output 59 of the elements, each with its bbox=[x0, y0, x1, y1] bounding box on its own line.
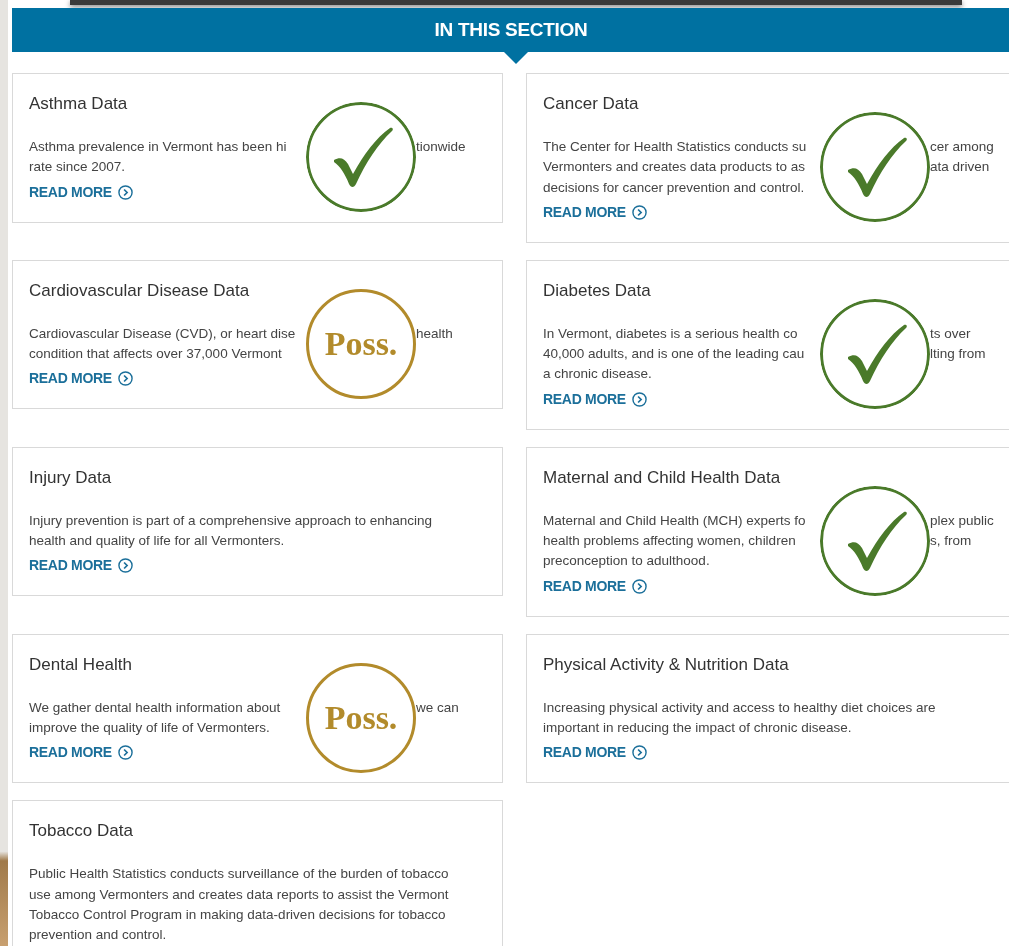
card-title: Cancer Data bbox=[543, 93, 640, 115]
read-more-link[interactable]: READ MORE bbox=[29, 368, 133, 390]
description-text: Cardiovascular Disease (CVD), or heart dise bbox=[29, 325, 296, 341]
chevron-circle-icon bbox=[117, 558, 133, 574]
description-text: s, from bbox=[930, 533, 972, 549]
description-text: lting from bbox=[930, 346, 986, 362]
chevron-circle-icon bbox=[631, 204, 647, 220]
check-stamp-icon bbox=[820, 486, 930, 597]
card-title: Asthma Data bbox=[29, 93, 129, 115]
description-text: preconception to adulthood. bbox=[543, 553, 710, 569]
section-title: IN THIS SECTION bbox=[434, 17, 588, 42]
read-more-link[interactable]: READ MORE bbox=[29, 555, 133, 577]
description-text: Injury prevention is part of a comprehensive approach to enhancing health and quality of life for all Vermonters. bbox=[29, 511, 433, 551]
check-stamp-icon bbox=[306, 102, 416, 213]
read-more-link[interactable]: READ MORE bbox=[29, 181, 133, 203]
chevron-circle-icon bbox=[631, 578, 647, 594]
description-text: decisions for cancer prevention and control. bbox=[543, 179, 805, 195]
check-stamp-icon bbox=[820, 112, 930, 223]
read-more-link[interactable]: READ MORE bbox=[29, 742, 133, 764]
description-text: In Vermont, diabetes is a serious health co bbox=[543, 325, 798, 341]
description-text: Public Health Statistics conducts surveillance of the burden of tobacco use among Vermonters and creates data reports to assist the Vermont Tobacco Control Program in making data-driven decisions for tobacco prevention and control. bbox=[29, 865, 450, 945]
chevron-circle-icon bbox=[631, 391, 647, 407]
description-text: 40,000 adults, and is one of the leading cau bbox=[543, 346, 805, 362]
card-title: Injury Data bbox=[29, 466, 113, 489]
description-text: ts over bbox=[930, 325, 971, 341]
description-text: Maternal and Child Health (MCH) experts fo bbox=[543, 512, 806, 528]
description-text: Increasing physical activity and access to healthy diet choices are important in reducing the impact of chronic disease. bbox=[543, 698, 937, 737]
card-title: Maternal and Child Health Data bbox=[543, 466, 782, 489]
description-text: a chronic disease. bbox=[543, 366, 652, 382]
description-text: We gather dental health information about bbox=[29, 699, 281, 715]
description-text: Asthma prevalence in Vermont has been hi bbox=[29, 139, 287, 154]
read-more-link[interactable]: READ MORE bbox=[543, 388, 647, 410]
description-text: improve the quality of life of Vermonters. bbox=[29, 719, 270, 735]
description-text: cer among bbox=[930, 139, 994, 154]
description-text: ata driven bbox=[930, 159, 990, 175]
check-stamp-icon bbox=[820, 299, 930, 410]
card-title: Tobacco Data bbox=[29, 820, 134, 843]
description-text: tionwide bbox=[416, 139, 466, 154]
stamp: Poss. bbox=[306, 662, 416, 773]
read-more-link[interactable]: READ MORE bbox=[543, 201, 647, 223]
stamp: Poss. bbox=[306, 289, 416, 400]
card-title: Diabetes Data bbox=[543, 279, 652, 302]
description-text: condition that affects over 37,000 Vermont bbox=[29, 346, 282, 362]
description-text: rate since 2007. bbox=[29, 159, 126, 175]
read-more-link[interactable]: READ MORE bbox=[543, 575, 647, 597]
card-title: Dental Health bbox=[29, 653, 133, 676]
chevron-circle-icon bbox=[117, 745, 133, 761]
read-more-link[interactable]: READ MORE bbox=[543, 742, 647, 764]
chevron-circle-icon bbox=[117, 371, 133, 387]
chevron-circle-icon bbox=[631, 745, 647, 761]
description-text: plex public bbox=[930, 512, 994, 528]
card-title: Physical Activity & Nutrition Data bbox=[543, 653, 790, 676]
description-text: we can bbox=[416, 699, 459, 715]
description-text: health bbox=[416, 325, 453, 341]
chevron-circle-icon bbox=[117, 184, 133, 200]
description-text: Vermonters and creates data products to as bbox=[543, 159, 805, 175]
description-text: The Center for Health Statistics conducts su bbox=[543, 139, 807, 154]
description-text: health problems affecting women, children bbox=[543, 533, 796, 549]
card-title: Cardiovascular Disease Data bbox=[29, 279, 251, 302]
